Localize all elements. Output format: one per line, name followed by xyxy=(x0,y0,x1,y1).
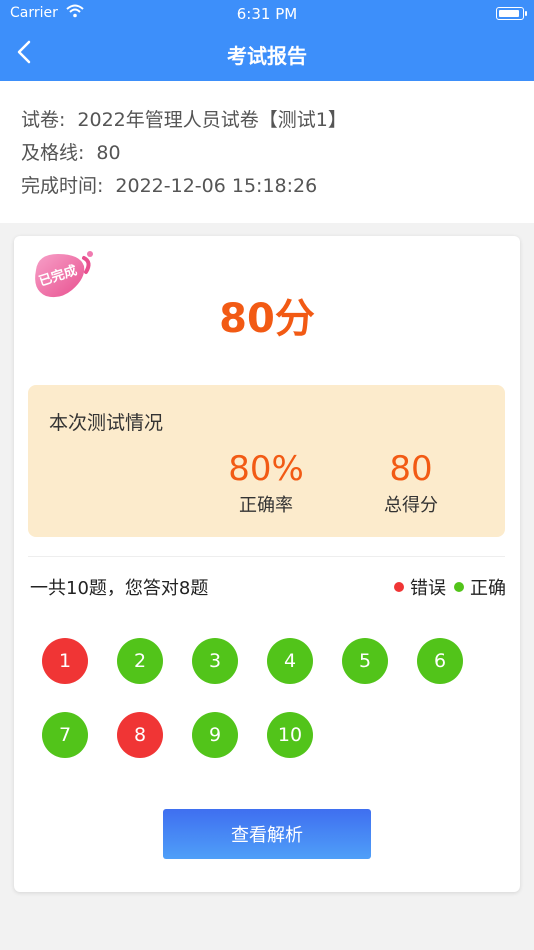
divider xyxy=(28,556,505,557)
view-analysis-button[interactable]: 查看解析 xyxy=(163,809,371,859)
exam-info: 试卷: 2022年管理人员试卷【测试1】 及格线: 80 完成时间: 2022-12-… xyxy=(0,81,534,223)
paper-value: 2022年管理人员试卷【测试1】 xyxy=(77,109,347,131)
legend-correct: 正确 xyxy=(454,574,506,600)
paper-label: 试卷: xyxy=(21,109,66,131)
result-card: 已完成 80分 本次测试情况 80% 正确率 80 总得分 一共10题，您答对8… xyxy=(14,236,520,892)
total-score-stat: 80 总得分 xyxy=(356,449,466,517)
pass-line-row: 及格线: 80 xyxy=(21,138,121,165)
legend-wrong-label: 错误 xyxy=(410,578,446,599)
finish-time-label: 完成时间: xyxy=(21,175,104,197)
accuracy-value: 80% xyxy=(228,449,304,489)
pass-line-label: 及格线: xyxy=(21,142,85,164)
finish-time-value: 2022-12-06 15:18:26 xyxy=(115,175,318,197)
legend-correct-label: 正确 xyxy=(470,578,506,599)
legend: 错误 正确 xyxy=(386,574,506,600)
total-score-headline: 80分 xyxy=(219,296,315,342)
wrong-dot-icon xyxy=(394,582,404,592)
finish-time-row: 完成时间: 2022-12-06 15:18:26 xyxy=(21,171,317,198)
battery-icon xyxy=(496,7,527,20)
question-bubble[interactable]: 9 xyxy=(192,712,238,758)
status-time: 6:31 PM xyxy=(236,5,298,23)
question-bubble[interactable]: 10 xyxy=(267,712,313,758)
total-score-value: 80 xyxy=(389,449,433,489)
correct-dot-icon xyxy=(454,582,464,592)
test-summary-panel: 本次测试情况 80% 正确率 80 总得分 xyxy=(28,385,505,537)
question-bubble[interactable]: 8 xyxy=(117,712,163,758)
question-bubble[interactable]: 1 xyxy=(42,638,88,684)
question-bubble[interactable]: 7 xyxy=(42,712,88,758)
accuracy-stat: 80% 正确率 xyxy=(211,449,321,517)
status-bar: Carrier 6:31 PM xyxy=(0,0,534,28)
summary-title: 本次测试情况 xyxy=(49,412,164,434)
question-bubble[interactable]: 6 xyxy=(417,638,463,684)
question-count-text: 一共10题，您答对8题 xyxy=(30,578,209,599)
question-bubble[interactable]: 4 xyxy=(267,638,313,684)
top-bar: Carrier 6:31 PM 考试报告 xyxy=(0,0,534,81)
paper-row: 试卷: 2022年管理人员试卷【测试1】 xyxy=(21,105,347,132)
question-bubble[interactable]: 2 xyxy=(117,638,163,684)
question-bubble[interactable]: 5 xyxy=(342,638,388,684)
pass-line-value: 80 xyxy=(96,142,121,164)
question-bubble[interactable]: 3 xyxy=(192,638,238,684)
page-title: 考试报告 xyxy=(227,44,307,68)
total-score-label: 总得分 xyxy=(384,495,438,516)
legend-wrong: 错误 xyxy=(394,574,446,600)
accuracy-label: 正确率 xyxy=(239,495,293,516)
